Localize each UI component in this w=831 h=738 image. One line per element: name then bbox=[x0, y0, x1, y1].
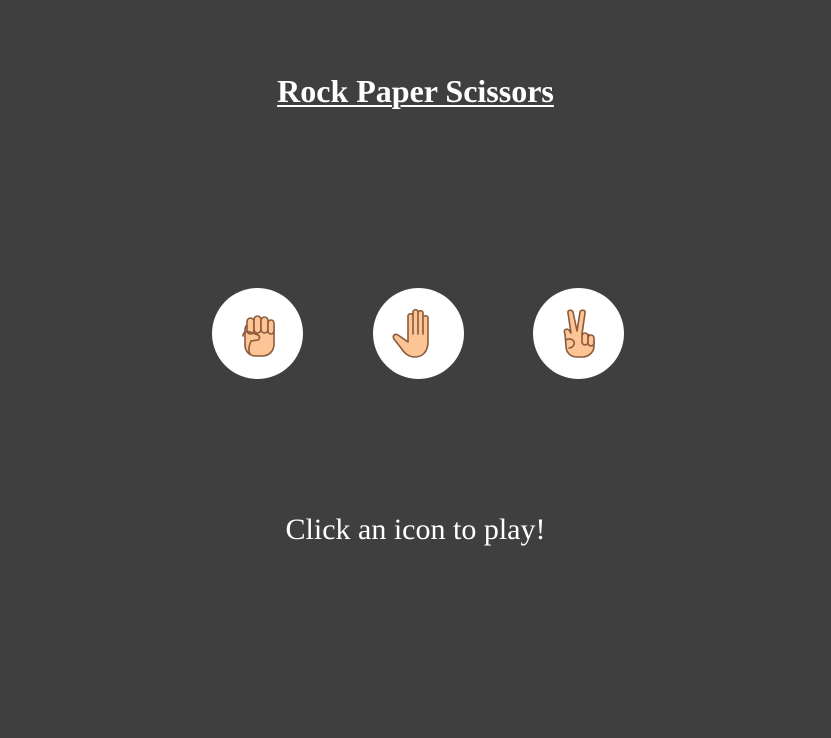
page-title: Rock Paper Scissors bbox=[277, 73, 554, 109]
scissors-hand-icon bbox=[563, 308, 595, 358]
rock-button[interactable] bbox=[212, 288, 303, 379]
rock-hand-icon bbox=[241, 314, 275, 357]
game-page: Rock Paper Scissors Click an icon to pla… bbox=[0, 0, 831, 738]
choice-buttons bbox=[212, 288, 624, 379]
paper-button[interactable] bbox=[372, 288, 464, 379]
paper-hand-icon bbox=[392, 308, 429, 358]
scissors-button[interactable] bbox=[533, 288, 624, 379]
instruction-text: Click an icon to play! bbox=[285, 513, 546, 546]
